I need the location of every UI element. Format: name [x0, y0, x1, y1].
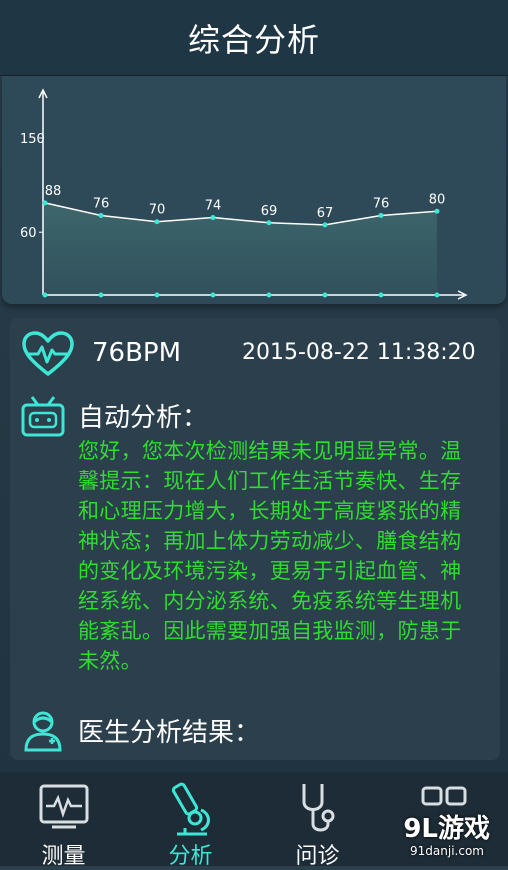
data-point [42, 200, 48, 206]
x-tick-dot [98, 292, 104, 298]
tab-label: 测量 [41, 844, 86, 869]
watermark-url: 91danji.com [410, 844, 484, 858]
header: 综合分析 [0, 0, 508, 76]
data-label: 67 [317, 206, 334, 221]
x-tick-dot [266, 292, 272, 298]
data-point [154, 219, 160, 225]
result-card: 76BPM 2015-08-22 11:38:20 自动分析： 您好，您本次检测… [10, 318, 500, 760]
stethoscope-icon [302, 784, 335, 832]
data-label: 80 [429, 192, 446, 207]
watermark: 9L游戏 91danji.com [388, 806, 498, 864]
robot-icon [21, 396, 65, 437]
tab-label: 问诊 [295, 844, 340, 869]
x-tick-dot [434, 292, 440, 298]
bpm-value: 76BPM [92, 338, 182, 368]
tab-analysis[interactable]: 分析 [127, 772, 254, 869]
ecg-monitor-icon [39, 784, 89, 829]
heart-rate-chart: 150 60 88 76 70 74 69 67 76 80 [2, 76, 506, 304]
y-tick-label: 150 [20, 132, 45, 147]
data-label: 74 [205, 199, 222, 214]
data-point [98, 212, 104, 218]
measurement-timestamp: 2015-08-22 11:38:20 [242, 340, 476, 365]
data-point [266, 220, 272, 226]
watermark-brand: 9L游戏 [403, 814, 490, 844]
data-point [322, 222, 328, 228]
x-tick-dot [42, 292, 48, 298]
data-label: 76 [93, 196, 110, 211]
x-tick-dot [154, 292, 160, 298]
bpm-row: 76BPM 2015-08-22 11:38:20 [20, 328, 490, 383]
data-label: 70 [149, 203, 166, 218]
auto-analysis-header: 自动分析： [20, 393, 490, 438]
microscope-icon [171, 782, 210, 836]
auto-analysis-title: 自动分析： [78, 403, 209, 433]
auto-analysis-text: 您好，您本次检测结果未见明显异常。温馨提示：现在人们工作生活节奏快、生存和心理压… [78, 439, 462, 673]
data-label: 88 [45, 184, 62, 199]
line-chart: 150 60 88 76 70 74 69 67 76 80 [20, 88, 468, 300]
data-label: 69 [261, 204, 278, 219]
data-label: 76 [373, 196, 390, 211]
tab-label: 分析 [168, 844, 213, 869]
doctor-analysis-header: 医生分析结果： [20, 708, 490, 753]
doctor-analysis-title: 医生分析结果： [78, 718, 261, 748]
data-point [378, 212, 384, 218]
page-title: 综合分析 [187, 20, 320, 59]
heart-icon [22, 331, 74, 376]
y-tick-label: 60 [20, 226, 37, 241]
x-tick-dot [378, 292, 384, 298]
x-tick-dot [322, 292, 328, 298]
doctor-icon [24, 711, 62, 752]
tab-measure[interactable]: 测量 [0, 772, 127, 869]
data-point [434, 208, 440, 214]
x-tick-dot [210, 292, 216, 298]
tab-consult[interactable]: 问诊 [254, 772, 381, 869]
data-point [210, 215, 216, 221]
